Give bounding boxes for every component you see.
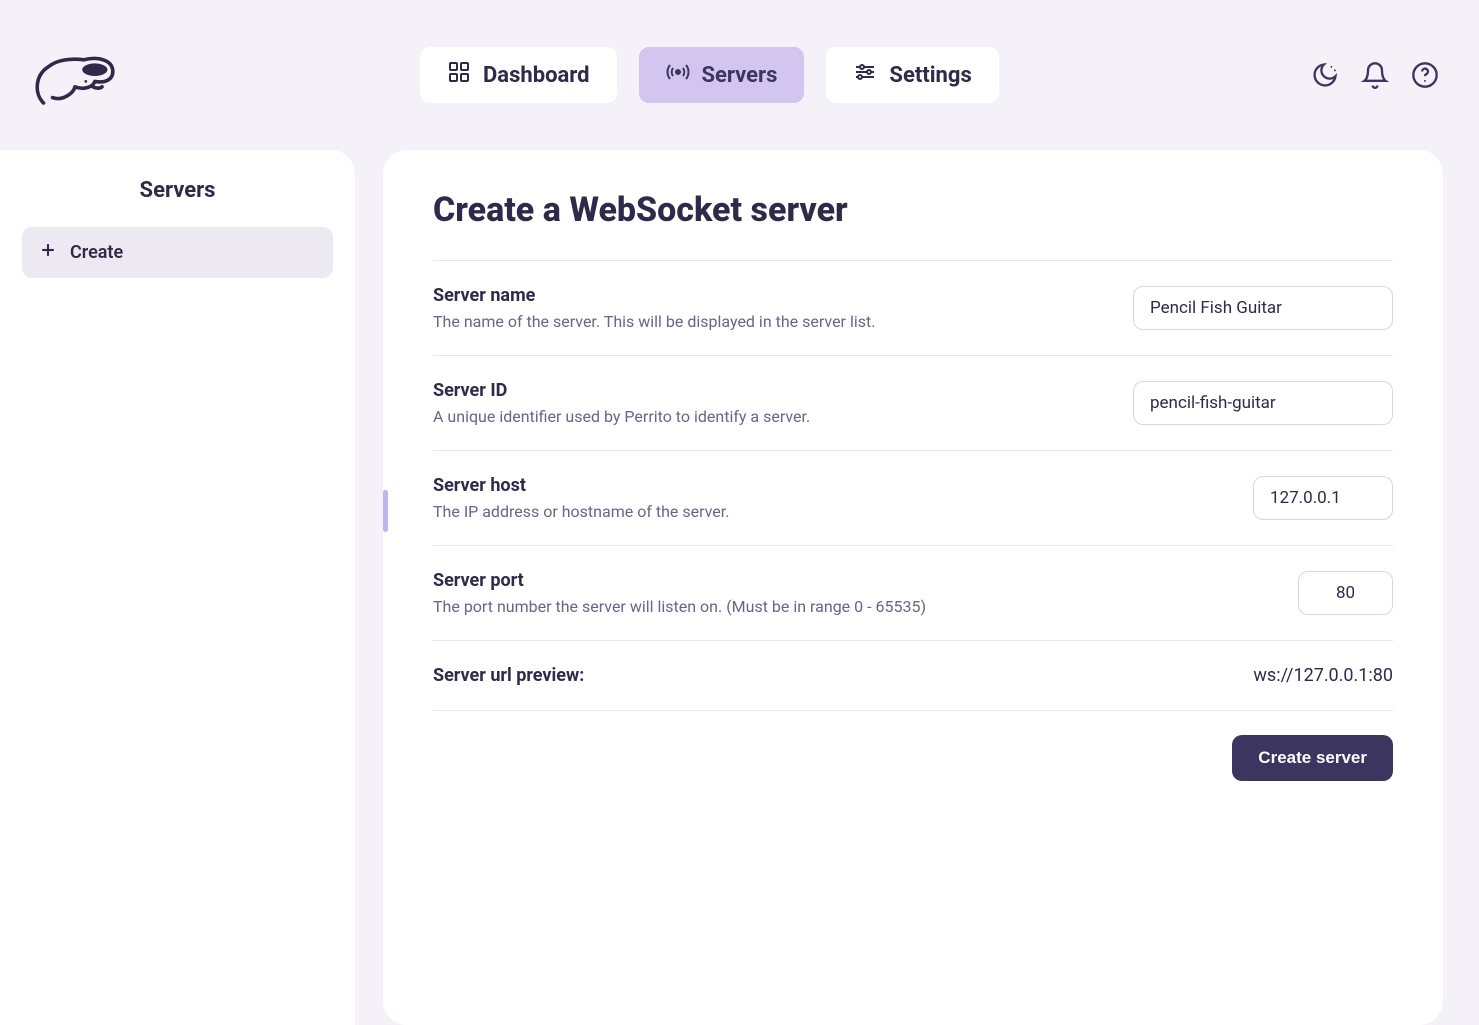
field-label: Server host (433, 475, 729, 496)
notifications-icon[interactable] (1361, 61, 1389, 89)
server-port-input[interactable] (1298, 571, 1393, 615)
field-server-id: Server ID A unique identifier used by Pe… (433, 355, 1393, 450)
sidebar-title: Servers (22, 178, 333, 203)
layout: Servers Create Create a WebSocket server… (0, 150, 1479, 1025)
tab-label: Servers (702, 63, 778, 88)
help-icon[interactable] (1411, 61, 1439, 89)
field-label: Server name (433, 285, 875, 306)
url-preview-row: Server url preview: ws://127.0.0.1:80 (433, 640, 1393, 711)
header-icons (1311, 61, 1439, 89)
scroll-indicator[interactable] (383, 490, 388, 532)
field-desc: The name of the server. This will be dis… (433, 312, 875, 331)
field-desc: The port number the server will listen o… (433, 597, 926, 616)
dashboard-icon (447, 60, 471, 90)
field-server-name: Server name The name of the server. This… (433, 260, 1393, 355)
theme-toggle-icon[interactable] (1311, 61, 1339, 89)
field-label: Server port (433, 570, 926, 591)
field-server-port: Server port The port number the server w… (433, 545, 1393, 640)
field-desc: The IP address or hostname of the server… (433, 502, 729, 521)
nav-tabs: Dashboard Servers Settings (420, 47, 999, 103)
broadcast-icon (666, 60, 690, 90)
field-text: Server ID A unique identifier used by Pe… (433, 380, 810, 426)
header: Dashboard Servers Settings (0, 0, 1479, 150)
server-host-input[interactable] (1253, 476, 1393, 520)
page-title: Create a WebSocket server (433, 190, 1393, 230)
server-id-input[interactable] (1133, 381, 1393, 425)
sidebar: Servers Create (0, 150, 355, 1025)
field-text: Server name The name of the server. This… (433, 285, 875, 331)
tab-servers[interactable]: Servers (639, 47, 805, 103)
tab-label: Dashboard (483, 63, 590, 88)
main-panel: Create a WebSocket server Server name Th… (383, 150, 1443, 1025)
tab-settings[interactable]: Settings (826, 47, 998, 103)
field-label: Server ID (433, 380, 810, 401)
sliders-icon (853, 60, 877, 90)
field-text: Server host The IP address or hostname o… (433, 475, 729, 521)
preview-label: Server url preview: (433, 665, 584, 686)
sidebar-item-label: Create (70, 242, 123, 263)
preview-value: ws://127.0.0.1:80 (1253, 665, 1393, 686)
tab-label: Settings (889, 63, 971, 88)
field-desc: A unique identifier used by Perrito to i… (433, 407, 810, 426)
sidebar-item-create[interactable]: Create (22, 227, 333, 278)
app-logo (30, 40, 120, 110)
server-name-input[interactable] (1133, 286, 1393, 330)
tab-dashboard[interactable]: Dashboard (420, 47, 617, 103)
field-text: Server port The port number the server w… (433, 570, 926, 616)
actions: Create server (433, 735, 1393, 781)
plus-icon (38, 240, 58, 265)
create-server-button[interactable]: Create server (1232, 735, 1393, 781)
field-server-host: Server host The IP address or hostname o… (433, 450, 1393, 545)
